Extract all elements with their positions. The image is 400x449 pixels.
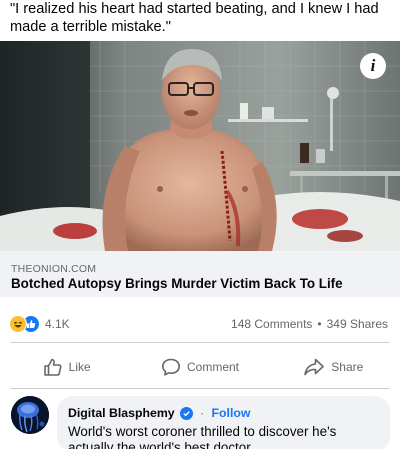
stats-separator: • bbox=[317, 317, 322, 331]
reactions-summary[interactable]: 4.1K bbox=[9, 315, 70, 333]
divider bbox=[10, 342, 390, 343]
shares-count[interactable]: 349 Shares bbox=[327, 317, 388, 331]
comment-icon bbox=[161, 358, 180, 376]
avatar[interactable] bbox=[11, 396, 49, 434]
jellyfish-avatar-icon bbox=[11, 396, 49, 434]
link-title[interactable]: Botched Autopsy Brings Murder Victim Bac… bbox=[11, 276, 343, 291]
info-button[interactable]: i bbox=[360, 53, 386, 79]
reaction-count: 4.1K bbox=[45, 317, 70, 331]
divider bbox=[10, 388, 390, 389]
comment-bubble[interactable]: Digital Blasphemy · Follow World's worst… bbox=[57, 396, 390, 449]
link-domain: THEONION.COM bbox=[11, 263, 97, 275]
post-stats: 4.1K 148 Comments • 349 Shares bbox=[0, 306, 400, 340]
comments-count[interactable]: 148 Comments bbox=[231, 317, 312, 331]
comment-text: World's worst coroner thrilled to discov… bbox=[68, 424, 337, 449]
comment-separator: · bbox=[200, 406, 205, 420]
engagement-counts: 148 Comments • 349 Shares bbox=[231, 317, 388, 331]
comment-label: Comment bbox=[186, 360, 239, 374]
haha-icon bbox=[9, 315, 27, 333]
share-label: Share bbox=[331, 360, 364, 374]
share-button[interactable]: Share bbox=[267, 347, 400, 387]
link-preview-image[interactable]: i bbox=[0, 41, 400, 251]
top-comment: Digital Blasphemy · Follow World's worst… bbox=[0, 393, 400, 449]
like-button[interactable]: Like bbox=[0, 347, 133, 387]
comment-author[interactable]: Digital Blasphemy bbox=[68, 406, 175, 420]
comment-author-block: Digital Blasphemy bbox=[68, 406, 193, 420]
action-bar: Like Comment Share bbox=[0, 347, 400, 387]
post-text: "I realized his heart had started beatin… bbox=[10, 1, 379, 35]
link-preview-card[interactable]: THEONION.COM Botched Autopsy Brings Murd… bbox=[0, 251, 400, 297]
info-icon: i bbox=[370, 56, 376, 75]
verified-badge-icon bbox=[179, 406, 193, 420]
like-label: Like bbox=[68, 360, 91, 374]
share-icon bbox=[304, 358, 325, 376]
autopsy-photo bbox=[0, 41, 400, 251]
follow-button[interactable]: Follow bbox=[212, 406, 251, 420]
thumbs-up-icon bbox=[43, 358, 62, 376]
comment-button[interactable]: Comment bbox=[133, 347, 266, 387]
